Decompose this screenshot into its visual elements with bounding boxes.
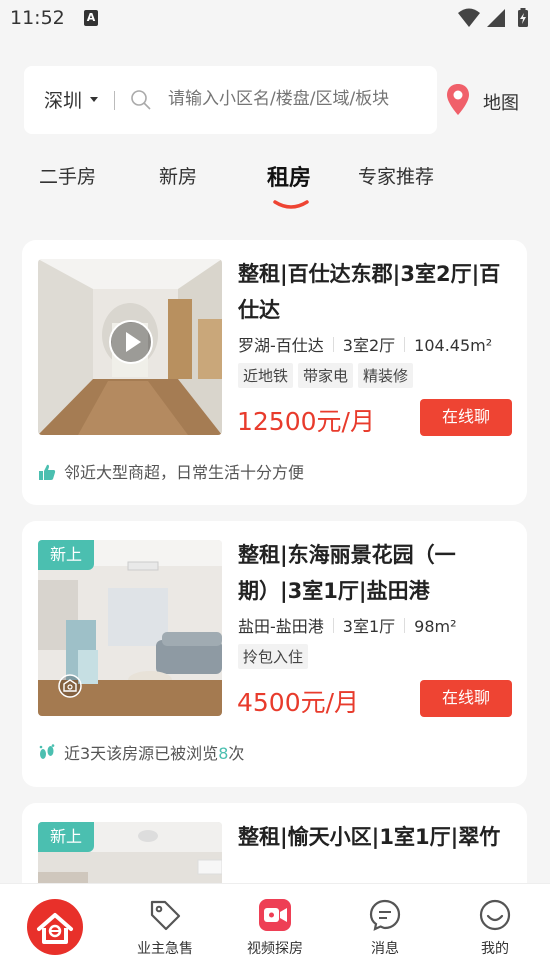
vr-tour-icon[interactable] [58, 674, 82, 698]
home-logo-icon[interactable] [26, 898, 84, 956]
nav-video-tour[interactable]: 视频探房 [220, 884, 330, 979]
caret-down-icon[interactable] [90, 97, 98, 102]
divider [114, 91, 115, 110]
nav-label: 业主急售 [137, 941, 193, 957]
search-row: 深圳 地图 [0, 66, 550, 134]
video-camera-icon [259, 899, 291, 931]
listing-price: 12500元/月 [237, 407, 375, 436]
tab-active-indicator [273, 200, 309, 209]
listing-tag: 近地铁 [238, 363, 294, 388]
city-selector[interactable]: 深圳 [44, 86, 82, 113]
status-bar: 11:52 A [0, 0, 550, 36]
online-chat-button[interactable]: 在线聊 [420, 399, 512, 436]
new-listing-badge: 新上 [38, 822, 94, 852]
listing-layout: 3室2厅 [342, 336, 396, 355]
listing-area: 98m² [414, 617, 457, 636]
map-label: 地图 [483, 93, 519, 114]
listing-card[interactable]: 新上 整租|东海丽景花园（一期）|3室1厅|盐田港 盐田-盐田港 3室1厅 98m²… [22, 521, 527, 787]
nav-messages[interactable]: 消息 [330, 884, 440, 979]
message-icon [369, 899, 401, 931]
tag-icon [150, 900, 181, 931]
listing-area: 104.45m² [414, 336, 493, 355]
listing-photo[interactable] [38, 259, 222, 435]
listing-highlight: 近3天该房源已被浏览8次 [38, 740, 245, 763]
online-chat-button[interactable]: 在线聊 [420, 680, 512, 717]
category-tabs: 二手房 新房 租房 专家推荐 [0, 150, 550, 220]
map-button[interactable]: 地图 [446, 83, 536, 119]
divider [332, 618, 334, 633]
listing-meta: 盐田-盐田港 3室1厅 98m² [238, 613, 457, 636]
listing-tags: 拎包入住 [238, 644, 313, 670]
divider [332, 337, 334, 352]
divider [404, 337, 406, 352]
signal-icon [487, 9, 505, 27]
search-box[interactable]: 深圳 [24, 66, 437, 134]
listing-title[interactable]: 整租|东海丽景花园（一期）|3室1厅|盐田港 [238, 537, 518, 609]
listing-layout: 3室1厅 [342, 617, 396, 636]
nav-label: 消息 [371, 941, 399, 957]
wifi-icon [458, 8, 480, 27]
listing-district: 盐田-盐田港 [238, 617, 324, 636]
tab-second-hand[interactable]: 二手房 [39, 162, 96, 189]
listing-title[interactable]: 整租|百仕达东郡|3室2厅|百仕达 [238, 256, 518, 328]
tab-rental[interactable]: 租房 [267, 160, 311, 192]
tab-expert-recommend[interactable]: 专家推荐 [358, 162, 434, 189]
listing-district: 罗湖-百仕达 [238, 336, 324, 355]
highlight-text: 近3天该房源已被浏览 [64, 744, 219, 763]
new-listing-badge: 新上 [38, 540, 94, 570]
search-icon [131, 90, 151, 110]
listing-title[interactable]: 整租|愉天小区|1室1厅|翠竹 [238, 819, 518, 855]
smile-face-icon [479, 899, 511, 931]
listing-tags: 近地铁 带家电 精装修 [238, 363, 418, 389]
view-count: 8 [218, 744, 229, 763]
highlight-text-suffix: 次 [228, 744, 245, 763]
map-pin-icon [447, 84, 469, 115]
divider [404, 618, 406, 633]
nav-mine[interactable]: 我的 [440, 884, 550, 979]
nav-owner-urgent-sale[interactable]: 业主急售 [110, 884, 220, 979]
nav-label: 我的 [481, 941, 509, 957]
listing-card[interactable]: 整租|百仕达东郡|3室2厅|百仕达 罗湖-百仕达 3室2厅 104.45m² 近地铁… [22, 240, 527, 505]
listing-highlight: 邻近大型商超，日常生活十分方便 [38, 459, 305, 482]
footprints-icon [39, 744, 55, 759]
highlight-text: 邻近大型商超，日常生活十分方便 [64, 463, 305, 482]
status-time: 11:52 [10, 7, 65, 29]
tab-new-house[interactable]: 新房 [159, 162, 197, 189]
listing-tag: 带家电 [298, 363, 354, 388]
listing-photo[interactable]: 新上 [38, 540, 222, 716]
nav-label: 视频探房 [247, 941, 303, 957]
notification-a-icon: A [84, 10, 98, 26]
listing-price: 4500元/月 [237, 688, 360, 717]
listing-tag: 拎包入住 [238, 644, 309, 669]
thumbs-up-icon [39, 464, 56, 480]
search-input[interactable] [168, 89, 430, 109]
nav-home[interactable] [0, 884, 110, 979]
bottom-nav: 业主急售 视频探房 消息 我的 [0, 883, 550, 979]
status-icons [458, 8, 528, 27]
video-play-icon[interactable] [108, 319, 154, 365]
listing-tag: 精装修 [358, 363, 414, 388]
listing-meta: 罗湖-百仕达 3室2厅 104.45m² [238, 332, 493, 355]
